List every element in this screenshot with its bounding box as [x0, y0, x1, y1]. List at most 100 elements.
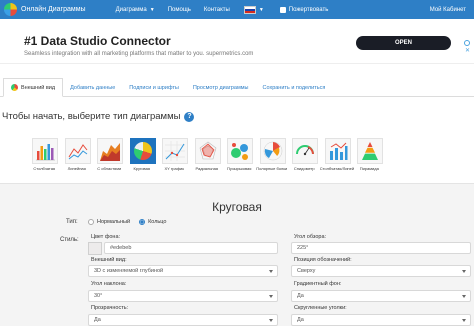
bar-line-chart-icon	[324, 138, 351, 164]
bg-color-label: Цвет фона:	[91, 234, 121, 240]
my-cabinet-link[interactable]: Мой Кабинет	[430, 0, 466, 19]
radio-ring[interactable]: Кольцо	[139, 219, 166, 225]
appearance-select[interactable]: 3D с изменяемой глубиной	[88, 265, 278, 277]
tab-preview-label: Просмотр диаграммы	[192, 84, 249, 91]
top-navbar: Онлайн Диаграммы Диаграмма ▼ Помощь Конт…	[0, 0, 474, 19]
chart-type-label: Круговая	[133, 166, 151, 171]
tilt-angle-select[interactable]: 30°	[88, 290, 278, 302]
bar-chart-icon	[32, 138, 59, 164]
logo-icon	[4, 3, 17, 16]
chart-type-bar-line[interactable]: Столбчатая/Линейная	[319, 138, 354, 174]
bg-color-swatch[interactable]	[88, 242, 102, 255]
line-chart-icon	[64, 138, 91, 164]
chart-type-label: Радиальная	[195, 166, 219, 171]
gradient-bg-select[interactable]: Да	[291, 290, 471, 302]
transparency-label: Прозрачность:	[91, 305, 129, 311]
radio-normal[interactable]: Нормальный	[88, 219, 130, 225]
chart-type-label: XY график	[164, 166, 185, 171]
radio-normal-label: Нормальный	[97, 219, 131, 225]
ad-title: #1 Data Studio Connector	[24, 34, 171, 48]
chart-type-label: Полярные болки	[256, 166, 288, 171]
nav-diagram-menu[interactable]: Диаграмма ▼	[116, 7, 155, 13]
ad-open-button[interactable]: OPEN	[356, 36, 451, 50]
tab-labels-fonts[interactable]: Подписи и шрифты	[122, 78, 186, 97]
tab-add-data[interactable]: Добавить данные	[63, 78, 122, 97]
radial-chart-icon	[194, 138, 221, 164]
chart-type-bubble[interactable]: Пузырьковая	[225, 138, 256, 174]
radio-ring-label: Кольцо	[148, 219, 167, 225]
chart-type-area[interactable]: С областями	[95, 138, 126, 174]
ad-banner[interactable]: #1 Data Studio Connector Seamless integr…	[0, 19, 474, 64]
tab-add-data-label: Добавить данные	[70, 84, 116, 91]
bg-color-input[interactable]: #edebeb	[104, 242, 278, 254]
ad-close-icon[interactable]: ✕	[465, 48, 470, 54]
ad-info-icon[interactable]	[464, 40, 470, 46]
tab-appearance-label: Внешний вид	[21, 84, 56, 91]
view-angle-input[interactable]: 225°	[291, 242, 471, 254]
chart-type-xy[interactable]: XY график	[160, 138, 191, 174]
language-flag-icon[interactable]	[243, 5, 256, 14]
donate-link[interactable]: Пожертвовать	[279, 6, 329, 13]
pie-type-radio-group: Нормальный Кольцо	[88, 219, 175, 225]
chart-type-prompt: Чтобы начать, выберите тип диаграммы ?	[2, 111, 195, 122]
nav-diagram-label: Диаграмма	[115, 6, 147, 13]
appearance-label: Внешний вид:	[91, 257, 127, 263]
rounded-corners-label: Скругленные уголки:	[294, 305, 347, 311]
nav-contacts[interactable]: Контакты	[204, 7, 230, 13]
view-angle-label: Угол обзора:	[294, 234, 327, 240]
chart-type-radial[interactable]: Радиальная	[193, 138, 224, 174]
pie-icon	[11, 84, 18, 91]
chart-type-label: Столбчатая/Линейная	[319, 166, 354, 171]
donate-label: Пожертвовать	[288, 6, 329, 13]
brand-title: Онлайн Диаграммы	[21, 6, 86, 13]
nav-help[interactable]: Помощь	[168, 7, 191, 13]
tab-save-share[interactable]: Сохранить и поделиться	[255, 78, 332, 97]
transparency-select[interactable]: Да	[88, 314, 278, 326]
help-icon[interactable]: ?	[184, 111, 195, 122]
speedometer-icon	[292, 138, 319, 164]
chart-type-label: Спидометр	[293, 166, 315, 171]
xy-chart-icon	[162, 138, 189, 164]
chart-type-label: Пузырьковая	[227, 166, 252, 171]
language-chevron-icon[interactable]: ▼	[259, 7, 264, 13]
chart-type-bar[interactable]: Столбчатая	[30, 138, 61, 174]
chevron-down-icon: ▼	[149, 6, 155, 13]
chart-type-label: Линейная	[67, 166, 86, 171]
ad-subtitle: Seamless integration with all marketing …	[24, 51, 254, 57]
my-cabinet-label: Мой Кабинет	[429, 6, 466, 13]
brand-link[interactable]: Онлайн Диаграммы	[0, 0, 86, 19]
chart-type-label: Пирамида	[359, 166, 379, 171]
chart-type-label: С областями	[97, 166, 122, 171]
nav-help-label: Помощь	[167, 6, 191, 13]
type-label: Тип:	[66, 219, 78, 225]
chart-type-label: Столбчатая	[33, 166, 56, 171]
pyramid-chart-icon	[357, 138, 384, 164]
panel-title: Круговая	[212, 200, 262, 214]
chart-type-pie[interactable]: Круговая	[128, 138, 159, 174]
nav-contacts-label: Контакты	[203, 6, 230, 13]
chart-type-selector: Столбчатая Линейная С областями Круговая…	[30, 138, 464, 174]
tilt-angle-label: Угол наклона:	[91, 281, 127, 287]
pie-chart-icon	[129, 138, 156, 164]
tab-preview[interactable]: Просмотр диаграммы	[186, 78, 256, 97]
polar-chart-icon	[259, 138, 286, 164]
style-label: Стиль:	[60, 237, 79, 243]
bubble-chart-icon	[227, 138, 254, 164]
editor-tabs: Внешний вид Добавить данные Подписи и шр…	[0, 78, 474, 97]
tab-appearance[interactable]: Внешний вид	[3, 78, 64, 97]
radio-ring-circle[interactable]	[139, 219, 146, 225]
area-chart-icon	[97, 138, 124, 164]
donate-icon	[279, 6, 286, 13]
gradient-bg-label: Градиентный фон:	[294, 281, 342, 287]
chart-type-polar[interactable]: Полярные болки	[256, 138, 289, 174]
legend-position-label: Позиция обозначений:	[294, 257, 352, 263]
radio-normal-circle[interactable]	[88, 219, 94, 225]
chart-type-pyramid[interactable]: Пирамида	[355, 138, 386, 174]
chart-type-line[interactable]: Линейная	[63, 138, 94, 174]
tab-save-share-label: Сохранить и поделиться	[262, 84, 326, 91]
tab-labels-fonts-label: Подписи и шрифты	[129, 84, 179, 91]
prompt-text: Чтобы начать, выберите тип диаграммы	[2, 111, 181, 122]
rounded-corners-select[interactable]: Да	[291, 314, 471, 326]
chart-type-speedometer[interactable]: Спидометр	[290, 138, 321, 174]
legend-position-select[interactable]: Сверху	[291, 265, 471, 277]
